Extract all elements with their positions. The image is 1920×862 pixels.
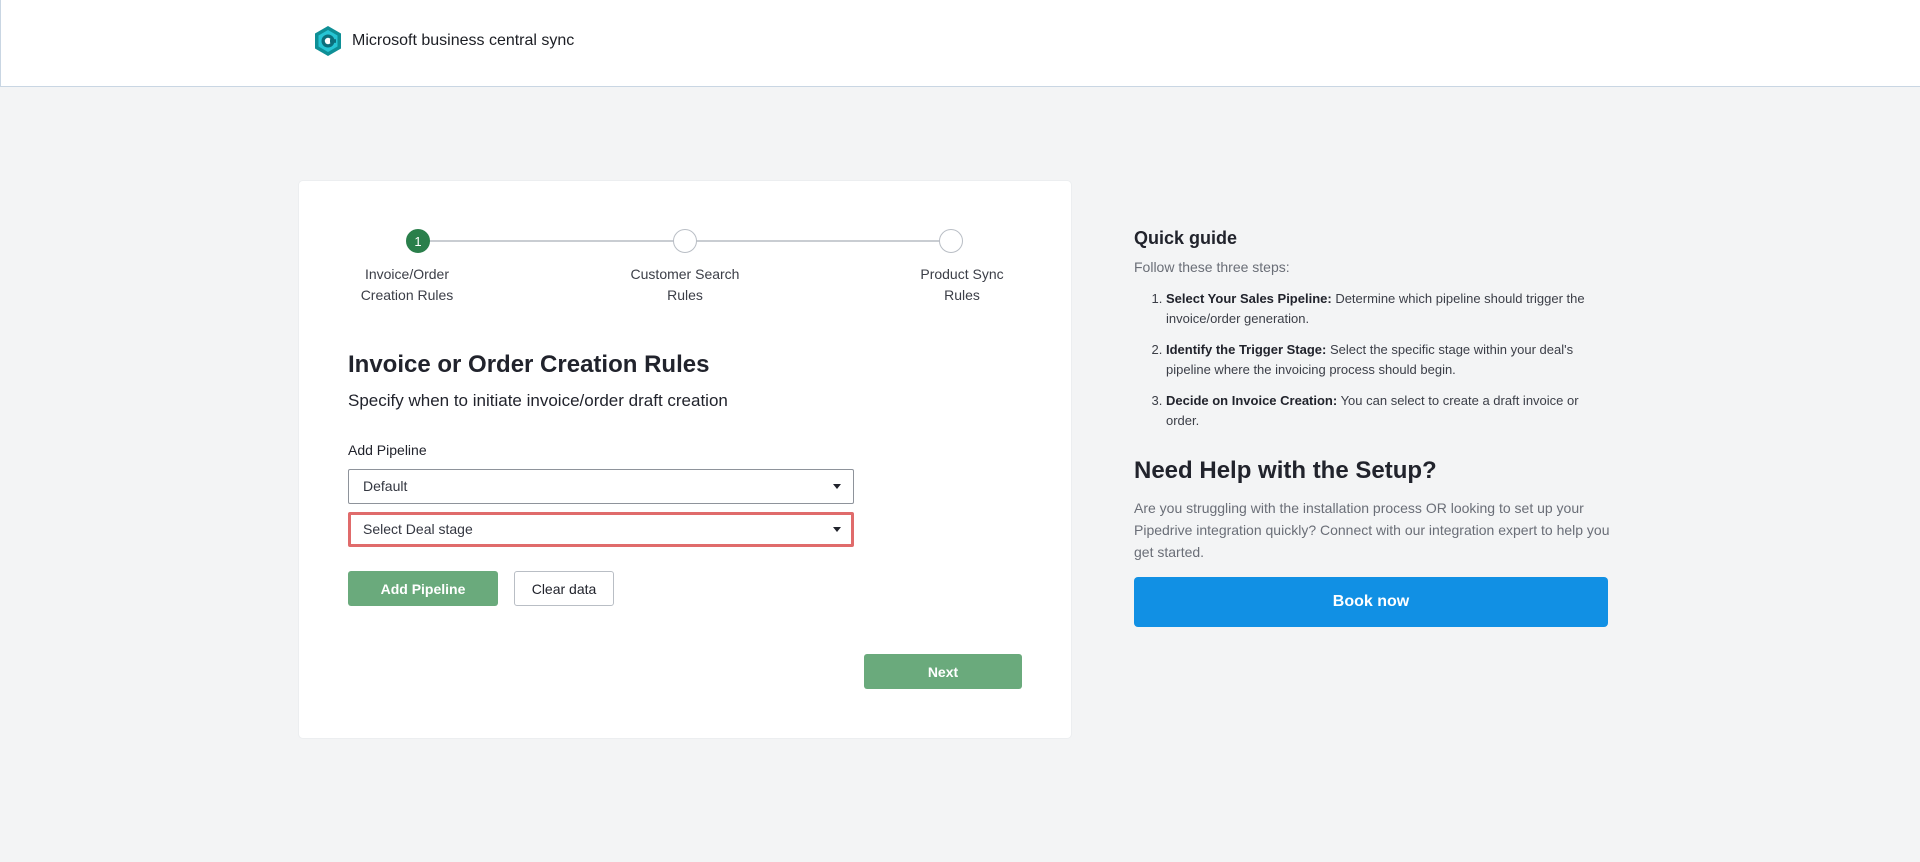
guide-step-1-heading: Select Your Sales Pipeline: [1166,291,1332,306]
pipeline-field-label: Add Pipeline [348,442,427,458]
step-3-indicator[interactable] [939,229,963,253]
quick-guide-intro: Follow these three steps: [1134,259,1290,275]
step-3-label-line1: Product Sync [920,266,1004,282]
guide-step-3-heading: Decide on Invoice Creation: [1166,393,1338,408]
step-1-indicator[interactable]: 1 [406,229,430,253]
deal-stage-placeholder: Select Deal stage [363,521,473,537]
page-title: Invoice or Order Creation Rules [348,351,710,378]
add-pipeline-button[interactable]: Add Pipeline [348,571,498,606]
help-title: Need Help with the Setup? [1134,457,1437,484]
business-central-logo-icon [315,26,341,56]
guide-step: Identify the Trigger Stage: Select the s… [1166,340,1610,380]
chevron-down-icon [833,484,841,489]
guide-step: Select Your Sales Pipeline: Determine wh… [1166,289,1610,329]
chevron-down-icon [833,527,841,532]
quick-guide-panel: Quick guide Follow these three steps: Se… [1134,228,1610,627]
quick-guide-title: Quick guide [1134,228,1238,248]
setup-card: 1 Invoice/Order Creation Rules Customer … [299,181,1071,738]
step-1-label-line1: Invoice/Order [364,266,450,282]
step-1-label-line2: Creation Rules [360,287,454,303]
page-subtitle: Specify when to initiate invoice/order d… [348,391,728,410]
step-3-label-line2: Rules [944,287,980,303]
help-text: Are you struggling with the installation… [1134,500,1610,560]
step-2-label-line2: Rules [667,287,703,303]
step-3-label: Product Sync Rules [882,264,1042,306]
top-bar: Microsoft business central sync [0,0,1920,87]
guide-step: Decide on Invoice Creation: You can sele… [1166,391,1610,431]
next-button[interactable]: Next [864,654,1022,689]
step-2-label-line1: Customer Search [630,266,740,282]
deal-stage-select[interactable]: Select Deal stage [348,512,854,547]
book-now-button[interactable]: Book now [1134,577,1608,627]
step-2-indicator[interactable] [673,229,697,253]
brand: Microsoft business central sync [311,24,574,58]
app-name: Microsoft business central sync [352,32,575,49]
clear-data-button[interactable]: Clear data [514,571,614,606]
step-1-label: Invoice/Order Creation Rules [327,264,487,306]
pipeline-select[interactable]: Default [348,469,854,504]
guide-step-2-heading: Identify the Trigger Stage: [1166,342,1327,357]
pipeline-select-value: Default [363,478,408,494]
step-2-label: Customer Search Rules [605,264,765,306]
step-1-number: 1 [414,233,422,249]
quick-guide-steps: Select Your Sales Pipeline: Determine wh… [1134,289,1610,431]
